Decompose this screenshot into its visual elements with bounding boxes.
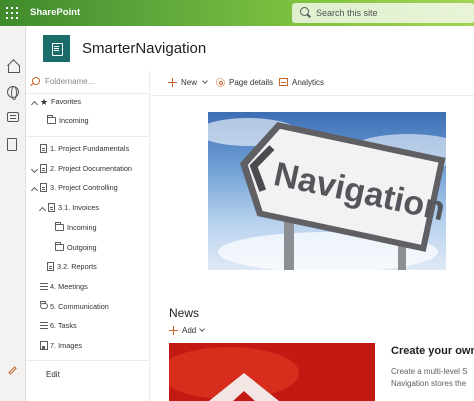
nav-item-label: 3.2. Reports bbox=[57, 262, 97, 271]
news-icon[interactable] bbox=[7, 112, 19, 122]
nav-item-communication[interactable]: 5. Communication bbox=[40, 301, 148, 316]
new-button[interactable]: New bbox=[181, 78, 197, 87]
page-icon bbox=[40, 164, 47, 173]
page-icon bbox=[40, 144, 47, 153]
home-icon[interactable] bbox=[7, 60, 20, 73]
image-icon bbox=[40, 341, 48, 350]
folder-icon bbox=[47, 115, 56, 124]
chevron-up-icon[interactable] bbox=[30, 100, 39, 109]
search-box[interactable]: Search this site bbox=[292, 3, 474, 23]
app-launcher-icon[interactable] bbox=[6, 7, 18, 19]
site-logo[interactable] bbox=[43, 35, 70, 62]
nav-item-favorites[interactable]: ★ Favorites bbox=[30, 97, 141, 111]
gear-icon bbox=[216, 78, 225, 87]
news-card-text-line: Navigation stores the bbox=[391, 379, 467, 388]
page-icon bbox=[40, 183, 47, 192]
nav-item-incoming[interactable]: Incoming bbox=[47, 115, 147, 130]
add-icon bbox=[169, 326, 178, 335]
analytics-button[interactable]: Analytics bbox=[292, 78, 324, 87]
nav-item-label: Incoming bbox=[67, 223, 97, 232]
page-icon bbox=[47, 262, 54, 271]
divider bbox=[26, 136, 150, 137]
nav-item-images[interactable]: 7. Images bbox=[40, 341, 140, 355]
app-bar bbox=[0, 26, 26, 401]
nav-item-invoices-incoming[interactable]: Incoming bbox=[55, 222, 145, 237]
chevron-down-icon[interactable] bbox=[30, 165, 39, 174]
add-news-label: Add bbox=[182, 326, 197, 335]
chevron-up-icon[interactable] bbox=[30, 186, 39, 195]
nav-item-label: 5. Communication bbox=[50, 302, 109, 311]
nav-item-label: 7. Images bbox=[50, 341, 83, 350]
site-title[interactable]: SmarterNavigation bbox=[82, 40, 206, 57]
page-details-button[interactable]: Page details bbox=[229, 78, 273, 87]
nav-item-label: 2. Project Documentation bbox=[50, 164, 132, 173]
left-navigation: Foldername... ★ Favorites Incoming 1. Pr… bbox=[26, 70, 150, 401]
hero-image: Navigation bbox=[208, 112, 446, 270]
folder-icon bbox=[55, 242, 64, 251]
nav-item-project-fundamentals[interactable]: 1. Project Fundamentals bbox=[40, 144, 148, 158]
nav-item-invoices-outgoing[interactable]: Outgoing bbox=[55, 242, 145, 257]
edit-link[interactable]: Edit bbox=[46, 370, 60, 379]
nav-item-label: 1. Project Fundamentals bbox=[50, 144, 130, 153]
news-card-text-line: Create a multi-level S bbox=[391, 367, 468, 376]
add-icon bbox=[168, 78, 177, 87]
folder-filter-input[interactable]: Foldername... bbox=[26, 70, 150, 94]
chevron-up-icon[interactable] bbox=[38, 206, 47, 215]
search-icon bbox=[300, 7, 309, 16]
command-bar: New Page details Analytics bbox=[151, 70, 474, 96]
chat-icon bbox=[40, 301, 48, 309]
nav-item-meetings[interactable]: 4. Meetings bbox=[40, 282, 140, 296]
nav-item-label: Favorites bbox=[51, 97, 82, 106]
news-card-description: Create a multi-level S Navigation stores… bbox=[391, 366, 474, 390]
chevron-down-icon[interactable] bbox=[202, 78, 208, 84]
suite-bar: SharePoint Search this site bbox=[0, 0, 474, 26]
nav-item-label: Outgoing bbox=[67, 243, 97, 252]
nav-item-label: 3.1. Invoices bbox=[58, 203, 99, 212]
folder-filter-placeholder: Foldername... bbox=[45, 77, 95, 86]
list-icon bbox=[40, 283, 48, 290]
search-icon bbox=[32, 77, 40, 85]
star-icon: ★ bbox=[40, 97, 49, 107]
page-icon bbox=[48, 203, 55, 212]
search-placeholder: Search this site bbox=[316, 8, 378, 18]
nav-item-label: 3. Project Controlling bbox=[50, 183, 118, 192]
folder-icon bbox=[55, 222, 64, 231]
nav-item-label: 4. Meetings bbox=[50, 282, 88, 291]
file-icon[interactable] bbox=[7, 138, 17, 151]
nav-item-project-documentation[interactable]: 2. Project Documentation bbox=[30, 164, 149, 178]
nav-item-reports[interactable]: 3.2. Reports bbox=[47, 262, 147, 276]
nav-item-invoices[interactable]: 3.1. Invoices bbox=[38, 203, 139, 217]
news-card-title[interactable]: Create your own bbox=[391, 345, 474, 357]
nav-item-project-controlling[interactable]: 3. Project Controlling bbox=[30, 183, 149, 197]
globe-icon[interactable] bbox=[7, 86, 19, 100]
news-heading: News bbox=[169, 306, 200, 320]
nav-item-label: Incoming bbox=[59, 116, 89, 125]
red-road-illustration bbox=[169, 343, 375, 401]
divider bbox=[26, 360, 150, 361]
chevron-down-icon bbox=[199, 326, 205, 332]
nav-item-tasks[interactable]: 6. Tasks bbox=[40, 321, 140, 335]
list-icon bbox=[40, 322, 48, 329]
nav-item-label: 6. Tasks bbox=[50, 321, 77, 330]
analytics-icon bbox=[279, 78, 288, 86]
app-name[interactable]: SharePoint bbox=[30, 7, 80, 18]
news-thumbnail[interactable] bbox=[169, 343, 375, 401]
navigation-sign-illustration: Navigation bbox=[208, 118, 446, 270]
